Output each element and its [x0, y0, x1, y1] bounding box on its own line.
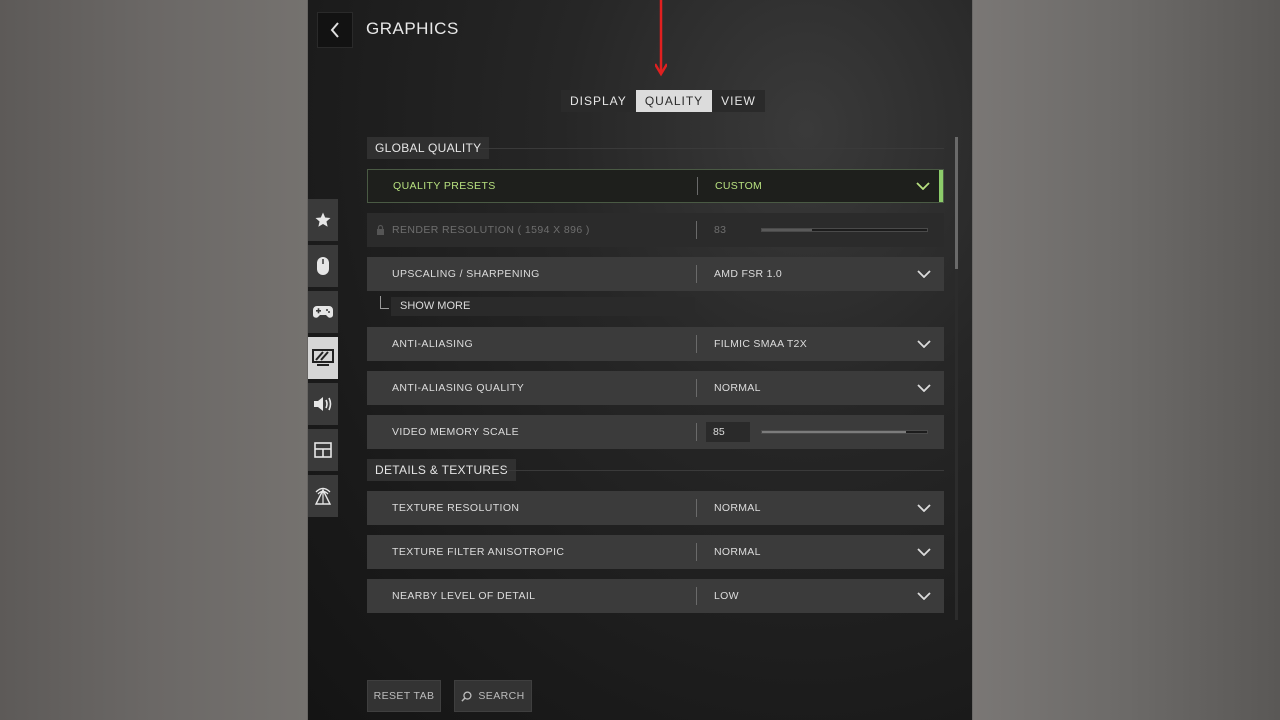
nearby-lod-value: LOW — [714, 590, 739, 602]
sidebar-mouse-keyboard[interactable] — [308, 245, 338, 287]
sidebar-favorites[interactable] — [308, 199, 338, 241]
chevron-down-icon — [904, 592, 944, 600]
nearby-lod-row[interactable]: NEARBY LEVEL OF DETAIL LOW — [367, 579, 944, 613]
video-memory-scale-label: VIDEO MEMORY SCALE — [392, 426, 520, 438]
video-memory-scale-row[interactable]: VIDEO MEMORY SCALE 85 — [367, 415, 944, 449]
chevron-down-icon — [904, 340, 944, 348]
sidebar-audio[interactable] — [308, 383, 338, 425]
chevron-down-icon — [903, 182, 943, 190]
render-resolution-label: RENDER RESOLUTION ( 1594 X 896 ) — [392, 224, 590, 236]
anti-aliasing-quality-row[interactable]: ANTI-ALIASING QUALITY NORMAL — [367, 371, 944, 405]
anti-aliasing-label: ANTI-ALIASING — [392, 338, 474, 350]
chevron-down-icon — [904, 270, 944, 278]
render-resolution-slider — [761, 228, 928, 232]
search-label: SEARCH — [478, 690, 525, 702]
nearby-lod-label: NEARBY LEVEL OF DETAIL — [392, 590, 536, 602]
texture-resolution-label: TEXTURE RESOLUTION — [392, 502, 520, 514]
chevron-down-icon — [904, 504, 944, 512]
upscaling-label: UPSCALING / SHARPENING — [392, 268, 540, 280]
monitor-icon — [312, 349, 334, 366]
video-memory-scale-input[interactable]: 85 — [706, 422, 750, 442]
quality-presets-value: CUSTOM — [715, 180, 763, 192]
slider-fill — [762, 431, 906, 433]
texture-resolution-row[interactable]: TEXTURE RESOLUTION NORMAL — [367, 491, 944, 525]
quality-presets-label: QUALITY PRESETS — [393, 180, 496, 192]
section-global-quality: GLOBAL QUALITY — [367, 137, 490, 159]
page-title: GRAPHICS — [366, 19, 459, 38]
section-details-textures: DETAILS & TEXTURES — [367, 459, 516, 481]
scrollbar[interactable] — [955, 137, 958, 620]
selected-accent-bar — [939, 170, 943, 202]
tab-display[interactable]: DISPLAY — [561, 90, 636, 112]
sidebar-network[interactable] — [308, 475, 338, 517]
texture-filter-value: NORMAL — [714, 546, 761, 558]
sidebar-controller[interactable] — [308, 291, 338, 333]
sidebar-graphics[interactable] — [308, 337, 338, 379]
search-icon — [461, 690, 472, 702]
mouse-icon — [317, 257, 329, 275]
anti-aliasing-row[interactable]: ANTI-ALIASING FILMIC SMAA T2X — [367, 327, 944, 361]
anti-aliasing-quality-value: NORMAL — [714, 382, 761, 394]
tab-view[interactable]: VIEW — [712, 90, 765, 112]
section-divider — [478, 148, 944, 149]
quality-presets-row[interactable]: QUALITY PRESETS CUSTOM — [367, 169, 944, 203]
row-divider — [696, 423, 697, 441]
slider-fill — [762, 229, 812, 231]
texture-filter-row[interactable]: TEXTURE FILTER ANISOTROPIC NORMAL — [367, 535, 944, 569]
show-more-button[interactable]: SHOW MORE — [391, 297, 695, 316]
texture-filter-label: TEXTURE FILTER ANISOTROPIC — [392, 546, 565, 558]
sidebar-interface[interactable] — [308, 429, 338, 471]
scrollbar-thumb[interactable] — [955, 137, 958, 269]
network-icon — [314, 487, 332, 505]
gamepad-icon — [313, 306, 333, 318]
anti-aliasing-quality-label: ANTI-ALIASING QUALITY — [392, 382, 525, 394]
section-divider — [504, 470, 944, 471]
chevron-left-icon — [330, 22, 339, 38]
lock-icon — [377, 224, 384, 235]
chevron-down-icon — [904, 548, 944, 556]
tree-connector — [380, 296, 389, 309]
upscaling-value: AMD FSR 1.0 — [714, 268, 783, 280]
reset-tab-label: RESET TAB — [373, 690, 435, 702]
anti-aliasing-value: FILMIC SMAA T2X — [714, 338, 807, 350]
back-button[interactable] — [317, 12, 353, 48]
speaker-icon — [314, 397, 332, 411]
tab-quality[interactable]: QUALITY — [635, 90, 713, 112]
render-resolution-row: RENDER RESOLUTION ( 1594 X 896 ) 83 — [367, 213, 944, 247]
red-arrow-annotation — [655, 0, 667, 77]
tab-bar: DISPLAY QUALITY VIEW — [561, 90, 765, 112]
star-icon — [315, 212, 331, 227]
chevron-down-icon — [904, 384, 944, 392]
video-memory-scale-slider[interactable] — [761, 430, 928, 434]
search-button[interactable]: SEARCH — [454, 680, 532, 712]
upscaling-row[interactable]: UPSCALING / SHARPENING AMD FSR 1.0 — [367, 257, 944, 291]
reset-tab-button[interactable]: RESET TAB — [367, 680, 441, 712]
texture-resolution-value: NORMAL — [714, 502, 761, 514]
layout-icon — [314, 442, 332, 458]
